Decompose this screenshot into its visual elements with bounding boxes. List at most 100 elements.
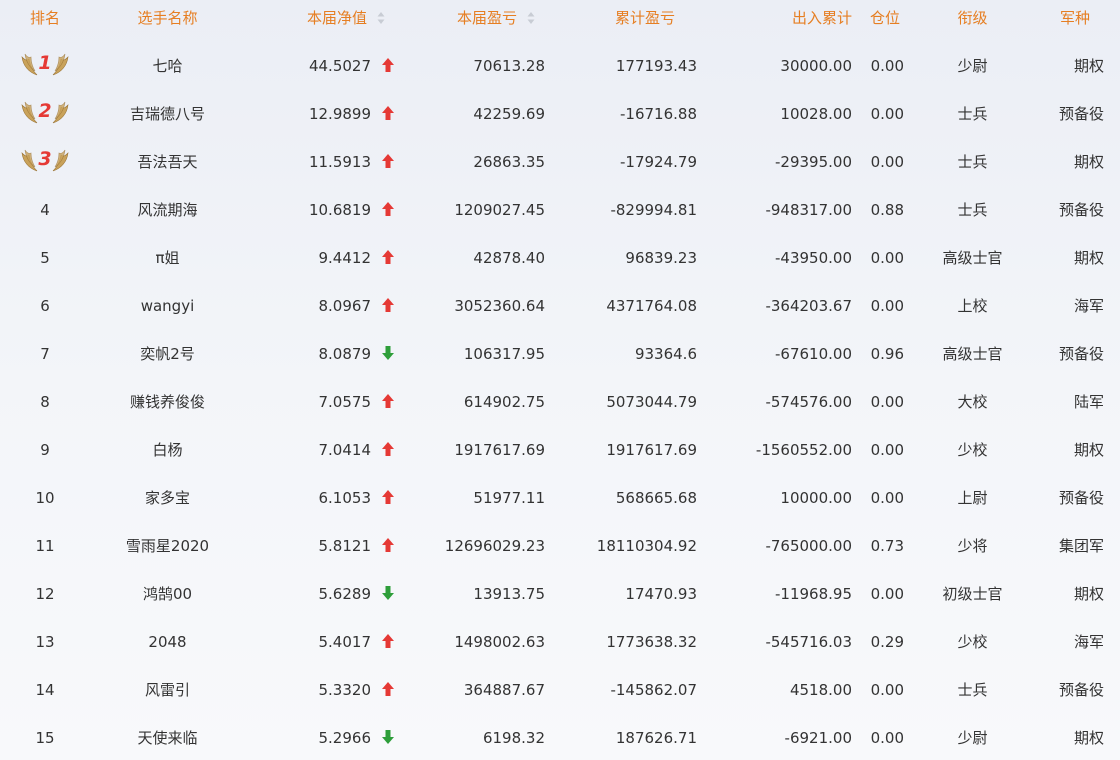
sort-icon[interactable] bbox=[527, 11, 535, 25]
rank-number: 8 bbox=[40, 393, 50, 411]
cumulative-pnl: 18110304.92 bbox=[596, 537, 697, 555]
rank-medal-icon: 1 bbox=[19, 49, 71, 79]
military-title: 初级士官 bbox=[942, 585, 1003, 603]
branch: 期权 bbox=[1073, 441, 1104, 459]
current-pnl: 1917617.69 bbox=[454, 441, 545, 459]
table-row[interactable]: 4 风流期海 10.6819 1209027.45 -829994.81 -94… bbox=[0, 186, 1120, 234]
player-name[interactable]: 雪雨星2020 bbox=[90, 522, 245, 570]
military-title: 士兵 bbox=[957, 153, 988, 171]
col-header-cum-pnl[interactable]: 累计盈亏 bbox=[545, 0, 705, 36]
nav-value: 44.5027 bbox=[308, 57, 371, 75]
rank-number: 2 bbox=[38, 99, 52, 122]
table-row[interactable]: 5 π姐 9.4412 42878.40 96839.23 -43950.00 … bbox=[0, 234, 1120, 282]
cumulative-io: -29395.00 bbox=[775, 153, 852, 171]
branch: 集团军 bbox=[1058, 537, 1104, 555]
table-row[interactable]: 15 天使来临 5.2966 6198.32 187626.71 -6921.0… bbox=[0, 714, 1120, 760]
player-name[interactable]: 家多宝 bbox=[90, 474, 245, 522]
table-row[interactable]: 11 雪雨星2020 5.8121 12696029.23 18110304.9… bbox=[0, 522, 1120, 570]
rank-cell: 8 bbox=[0, 378, 90, 426]
current-pnl: 26863.35 bbox=[473, 153, 545, 171]
current-pnl: 614902.75 bbox=[463, 393, 545, 411]
player-name[interactable]: 七哈 bbox=[90, 42, 245, 90]
table-row[interactable]: 8 赚钱养俊俊 7.0575 614902.75 5073044.79 -574… bbox=[0, 378, 1120, 426]
position-value: 0.73 bbox=[870, 537, 904, 555]
rank-number: 1 bbox=[38, 51, 52, 74]
nav-value: 8.0879 bbox=[318, 345, 372, 363]
col-header-title[interactable]: 衔级 bbox=[910, 0, 1035, 36]
position-value: 0.29 bbox=[870, 633, 904, 651]
position-value: 0.00 bbox=[870, 249, 904, 267]
player-name[interactable]: 鸿鹄00 bbox=[90, 570, 245, 618]
cumulative-io: -574576.00 bbox=[765, 393, 852, 411]
position-value: 0.88 bbox=[870, 201, 904, 219]
current-pnl: 364887.67 bbox=[463, 681, 545, 699]
military-title: 少校 bbox=[957, 633, 988, 651]
table-row[interactable]: 7 奕帆2号 8.0879 106317.95 93364.6 -67610.0… bbox=[0, 330, 1120, 378]
nav-value: 7.0575 bbox=[318, 393, 372, 411]
player-name[interactable]: 吉瑞德八号 bbox=[90, 90, 245, 138]
table-row[interactable]: 14 风雷引 5.3320 364887.67 -145862.07 4518.… bbox=[0, 666, 1120, 714]
table-row[interactable]: 9 白杨 7.0414 1917617.69 1917617.69 -15605… bbox=[0, 426, 1120, 474]
player-name[interactable]: 白杨 bbox=[90, 426, 245, 474]
military-title: 士兵 bbox=[957, 681, 988, 699]
col-header-nav-label: 本届净值 bbox=[306, 9, 367, 27]
nav-cell: 5.6289 bbox=[245, 570, 395, 618]
position-value: 0.00 bbox=[870, 57, 904, 75]
position-value: 0.00 bbox=[870, 153, 904, 171]
player-name[interactable]: 吾法吾天 bbox=[90, 138, 245, 186]
branch: 预备役 bbox=[1058, 345, 1104, 363]
col-header-position[interactable]: 仓位 bbox=[860, 0, 910, 36]
sort-icon[interactable] bbox=[377, 11, 385, 25]
player-name[interactable]: 2048 bbox=[90, 618, 245, 666]
branch: 期权 bbox=[1073, 153, 1104, 171]
player-name[interactable]: wangyi bbox=[90, 282, 245, 330]
branch: 预备役 bbox=[1058, 681, 1104, 699]
rank-cell: 11 bbox=[0, 522, 90, 570]
rank-cell: 4 bbox=[0, 186, 90, 234]
col-header-rank[interactable]: 排名 bbox=[0, 0, 90, 36]
player-name[interactable]: π姐 bbox=[90, 234, 245, 282]
position-value: 0.00 bbox=[870, 585, 904, 603]
cumulative-io: -11968.95 bbox=[775, 585, 852, 603]
col-header-branch[interactable]: 军种 bbox=[1035, 0, 1120, 36]
cumulative-pnl: 187626.71 bbox=[615, 729, 697, 747]
player-name[interactable]: 赚钱养俊俊 bbox=[90, 378, 245, 426]
player-name[interactable]: 风流期海 bbox=[90, 186, 245, 234]
col-header-cum-io[interactable]: 出入累计 bbox=[705, 0, 860, 36]
nav-cell: 5.4017 bbox=[245, 618, 395, 666]
rank-medal-icon: 2 bbox=[19, 97, 71, 127]
cumulative-pnl: 5073044.79 bbox=[606, 393, 697, 411]
branch: 期权 bbox=[1073, 57, 1104, 75]
branch: 期权 bbox=[1073, 585, 1104, 603]
col-header-cur-pnl[interactable]: 本届盈亏 bbox=[395, 0, 545, 36]
cumulative-pnl: 17470.93 bbox=[625, 585, 697, 603]
nav-value: 8.0967 bbox=[318, 297, 372, 315]
position-value: 0.00 bbox=[870, 729, 904, 747]
cumulative-pnl: 93364.6 bbox=[634, 345, 697, 363]
col-header-name[interactable]: 选手名称 bbox=[90, 0, 245, 36]
player-name[interactable]: 天使来临 bbox=[90, 714, 245, 760]
military-title: 士兵 bbox=[957, 105, 988, 123]
cumulative-pnl: -16716.88 bbox=[620, 105, 697, 123]
table-row[interactable]: 6 wangyi 8.0967 3052360.64 4371764.08 -3… bbox=[0, 282, 1120, 330]
player-name[interactable]: 风雷引 bbox=[90, 666, 245, 714]
table-row[interactable]: 3 吾法吾天 11.5913 26863.35 -17924.79 -29395… bbox=[0, 138, 1120, 186]
rank-number: 9 bbox=[40, 441, 50, 459]
table-row[interactable]: 1 七哈 44.5027 70613.28 177193.43 30000.00… bbox=[0, 42, 1120, 90]
table-header: 排名 选手名称 本届净值 本届盈亏 累计盈亏 出入累计 仓位 衔级 军种 bbox=[0, 0, 1120, 36]
arrow-up-icon bbox=[381, 249, 395, 265]
player-name[interactable]: 奕帆2号 bbox=[90, 330, 245, 378]
col-header-nav[interactable]: 本届净值 bbox=[245, 0, 395, 36]
cumulative-io: -364203.67 bbox=[765, 297, 852, 315]
cumulative-pnl: 177193.43 bbox=[615, 57, 697, 75]
rank-cell: 9 bbox=[0, 426, 90, 474]
military-title: 高级士官 bbox=[942, 345, 1003, 363]
table-row[interactable]: 13 2048 5.4017 1498002.63 1773638.32 -54… bbox=[0, 618, 1120, 666]
rank-number: 7 bbox=[40, 345, 50, 363]
branch: 期权 bbox=[1073, 729, 1104, 747]
table-row[interactable]: 2 吉瑞德八号 12.9899 42259.69 -16716.88 10028… bbox=[0, 90, 1120, 138]
table-row[interactable]: 10 家多宝 6.1053 51977.11 568665.68 10000.0… bbox=[0, 474, 1120, 522]
table-row[interactable]: 12 鸿鹄00 5.6289 13913.75 17470.93 -11968.… bbox=[0, 570, 1120, 618]
current-pnl: 13913.75 bbox=[473, 585, 545, 603]
position-value: 0.96 bbox=[870, 345, 904, 363]
